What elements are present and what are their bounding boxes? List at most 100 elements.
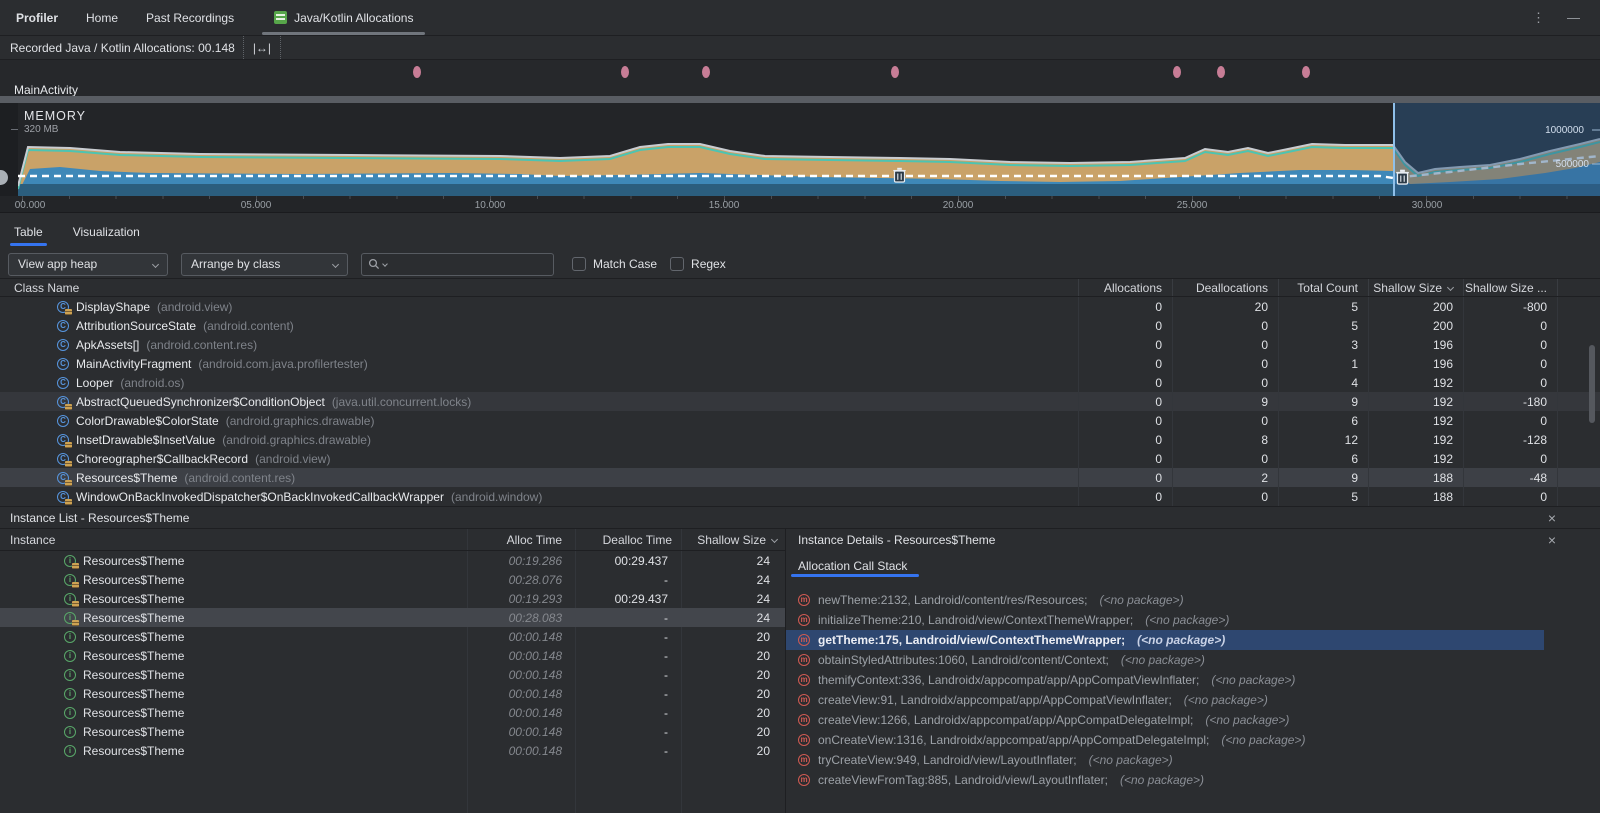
regex-option[interactable]: Regex bbox=[670, 257, 726, 271]
column-instance[interactable]: Instance bbox=[0, 529, 466, 550]
event-dot bbox=[891, 66, 899, 78]
match-case-option[interactable]: Match Case bbox=[572, 257, 657, 271]
class-name: AttributionSourceState bbox=[76, 319, 196, 333]
column-allocations[interactable]: Allocations bbox=[1078, 279, 1172, 296]
stack-frame[interactable]: monCreateView:1316, Landroidx/appcompat/… bbox=[786, 730, 1600, 750]
instance-table-header: Instance Alloc Time Dealloc Time Shallow… bbox=[0, 529, 785, 551]
arrange-select[interactable]: Arrange by class bbox=[181, 253, 348, 276]
method-icon: m bbox=[798, 774, 810, 786]
tab-allocation-call-stack[interactable]: Allocation Call Stack bbox=[798, 551, 907, 580]
stack-frame[interactable]: mthemifyContext:336, Landroidx/appcompat… bbox=[786, 670, 1600, 690]
regex-checkbox[interactable] bbox=[670, 257, 684, 271]
search-options-chevron-icon[interactable] bbox=[382, 261, 388, 267]
class-name: AbstractQueuedSynchronizer$ConditionObje… bbox=[76, 395, 325, 409]
class-package: (android.view) bbox=[157, 300, 232, 314]
column-class-name[interactable]: Class Name bbox=[0, 279, 1078, 296]
shallow-size-delta-cell: 0 bbox=[1463, 373, 1557, 392]
table-row-selected[interactable]: CResources$Theme(android.content.res) 0 … bbox=[0, 468, 1600, 487]
allocations-cell: 0 bbox=[1078, 354, 1172, 373]
scrollbar-thumb[interactable] bbox=[1589, 345, 1595, 423]
instance-row[interactable]: iResources$Theme 00:00.148 - 20 bbox=[0, 627, 785, 646]
sort-descending-icon bbox=[1447, 284, 1454, 291]
instance-row[interactable]: iResources$Theme 00:00.148 - 20 bbox=[0, 703, 785, 722]
class-table-body: CDisplayShape(android.view) 0 20 5 200 -… bbox=[0, 297, 1600, 506]
search-box[interactable] bbox=[361, 253, 554, 276]
table-row[interactable]: CDisplayShape(android.view) 0 20 5 200 -… bbox=[0, 297, 1600, 316]
menu-past-recordings[interactable]: Past Recordings bbox=[132, 0, 248, 35]
stack-frame[interactable]: mtryCreateView:949, Landroid/view/Layout… bbox=[786, 750, 1600, 770]
table-row[interactable]: CAbstractQueuedSynchronizer$ConditionObj… bbox=[0, 392, 1600, 411]
table-row[interactable]: CWindowOnBackInvokedDispatcher$OnBackInv… bbox=[0, 487, 1600, 506]
instance-row-selected[interactable]: iResources$Theme 00:28.083 - 24 bbox=[0, 608, 785, 627]
column-shallow-size[interactable]: Shallow Size bbox=[1368, 279, 1463, 296]
instance-row[interactable]: iResources$Theme 00:00.148 - 20 bbox=[0, 741, 785, 760]
column-total-count[interactable]: Total Count bbox=[1278, 279, 1368, 296]
dealloc-time-cell: - bbox=[574, 722, 680, 741]
class-name: MainActivityFragment bbox=[76, 357, 191, 371]
frame-text: createView:1266, Landroidx/appcompat/app… bbox=[818, 713, 1193, 727]
thread-activity-bar[interactable] bbox=[0, 96, 1600, 103]
kebab-menu-icon[interactable]: ⋮ bbox=[1532, 10, 1545, 26]
total-count-cell: 1 bbox=[1278, 354, 1368, 373]
tab-table[interactable]: Table bbox=[14, 213, 43, 250]
instance-row[interactable]: iResources$Theme 00:19.293 00:29.437 24 bbox=[0, 589, 785, 608]
stack-frame[interactable]: mnewTheme:2132, Landroid/content/res/Res… bbox=[786, 590, 1600, 610]
arrange-select-value: Arrange by class bbox=[191, 257, 280, 271]
table-row[interactable]: CAttributionSourceState(android.content)… bbox=[0, 316, 1600, 335]
stack-frame[interactable]: minitializeTheme:210, Landroid/view/Cont… bbox=[786, 610, 1600, 630]
zoom-to-range-button[interactable]: |↔| bbox=[244, 36, 280, 59]
instance-row[interactable]: iResources$Theme 00:28.076 - 24 bbox=[0, 570, 785, 589]
shallow-size-cell: 20 bbox=[680, 646, 785, 665]
table-row[interactable]: CInsetDrawable$InsetValue(android.graphi… bbox=[0, 430, 1600, 449]
dealloc-time-cell: - bbox=[574, 703, 680, 722]
close-icon[interactable]: × bbox=[1548, 533, 1556, 547]
instance-icon: i bbox=[64, 745, 76, 757]
column-shallow-size-delta[interactable]: Shallow Size ... bbox=[1463, 279, 1557, 296]
table-row[interactable]: CApkAssets[](android.content.res) 0 0 3 … bbox=[0, 335, 1600, 354]
table-row[interactable]: CColorDrawable$ColorState(android.graphi… bbox=[0, 411, 1600, 430]
memory-area-chart[interactable] bbox=[0, 103, 1600, 196]
chart-drag-handle[interactable] bbox=[0, 170, 8, 185]
class-name: WindowOnBackInvokedDispatcher$OnBackInvo… bbox=[76, 490, 444, 504]
close-icon[interactable]: × bbox=[1548, 511, 1556, 525]
menu-profiler[interactable]: Profiler bbox=[16, 0, 72, 35]
instance-row[interactable]: iResources$Theme 00:00.148 - 20 bbox=[0, 665, 785, 684]
instance-icon: i bbox=[64, 650, 76, 662]
depth-badge-icon bbox=[72, 563, 79, 569]
instance-row[interactable]: iResources$Theme 00:00.148 - 20 bbox=[0, 684, 785, 703]
allocations-cell: 0 bbox=[1078, 335, 1172, 354]
instance-row[interactable]: iResources$Theme 00:00.148 - 20 bbox=[0, 646, 785, 665]
stack-frame[interactable]: mcreateViewFromTag:885, Landroid/view/La… bbox=[786, 770, 1600, 790]
column-deallocations[interactable]: Deallocations bbox=[1172, 279, 1278, 296]
event-timeline[interactable] bbox=[0, 60, 1600, 85]
tab-visualization[interactable]: Visualization bbox=[73, 213, 140, 250]
shallow-size-cell: 20 bbox=[680, 684, 785, 703]
total-count-cell: 9 bbox=[1278, 392, 1368, 411]
stack-frame-selected[interactable]: mgetTheme:175, Landroid/view/ContextThem… bbox=[786, 630, 1544, 650]
search-input[interactable] bbox=[390, 257, 520, 271]
column-dealloc-time[interactable]: Dealloc Time bbox=[574, 529, 680, 550]
table-row[interactable]: CLooper(android.os) 0 0 4 192 0 bbox=[0, 373, 1600, 392]
memory-chart[interactable]: MEMORY 320 MB 1000000 500000 bbox=[0, 103, 1600, 196]
instance-row[interactable]: iResources$Theme 00:19.286 00:29.437 24 bbox=[0, 551, 785, 570]
class-icon: C bbox=[57, 415, 69, 427]
match-case-checkbox[interactable] bbox=[572, 257, 586, 271]
tab-java-kotlin-allocations[interactable]: Java/Kotlin Allocations bbox=[262, 0, 425, 35]
table-row[interactable]: CChoreographer$CallbackRecord(android.vi… bbox=[0, 449, 1600, 468]
frame-text: tryCreateView:949, Landroid/view/LayoutI… bbox=[818, 753, 1077, 767]
stack-frame[interactable]: mcreateView:91, Landroidx/appcompat/app/… bbox=[786, 690, 1600, 710]
active-tab-underline bbox=[262, 32, 425, 35]
stack-frame[interactable]: mcreateView:1266, Landroidx/appcompat/ap… bbox=[786, 710, 1600, 730]
minimize-icon[interactable]: — bbox=[1567, 10, 1580, 25]
instance-row[interactable]: iResources$Theme 00:00.148 - 20 bbox=[0, 722, 785, 741]
recording-label: Recorded Java / Kotlin Allocations: 00.1… bbox=[0, 36, 243, 59]
column-shallow-size[interactable]: Shallow Size bbox=[680, 529, 785, 550]
chevron-down-icon bbox=[332, 260, 339, 267]
column-alloc-time[interactable]: Alloc Time bbox=[466, 529, 574, 550]
menu-home[interactable]: Home bbox=[72, 0, 132, 35]
heap-select[interactable]: View app heap bbox=[8, 253, 168, 276]
stack-frame[interactable]: mobtainStyledAttributes:1060, Landroid/c… bbox=[786, 650, 1600, 670]
class-name: Choreographer$CallbackRecord bbox=[76, 452, 248, 466]
instance-name: Resources$Theme bbox=[83, 725, 184, 739]
table-row[interactable]: CMainActivityFragment(android.com.java.p… bbox=[0, 354, 1600, 373]
